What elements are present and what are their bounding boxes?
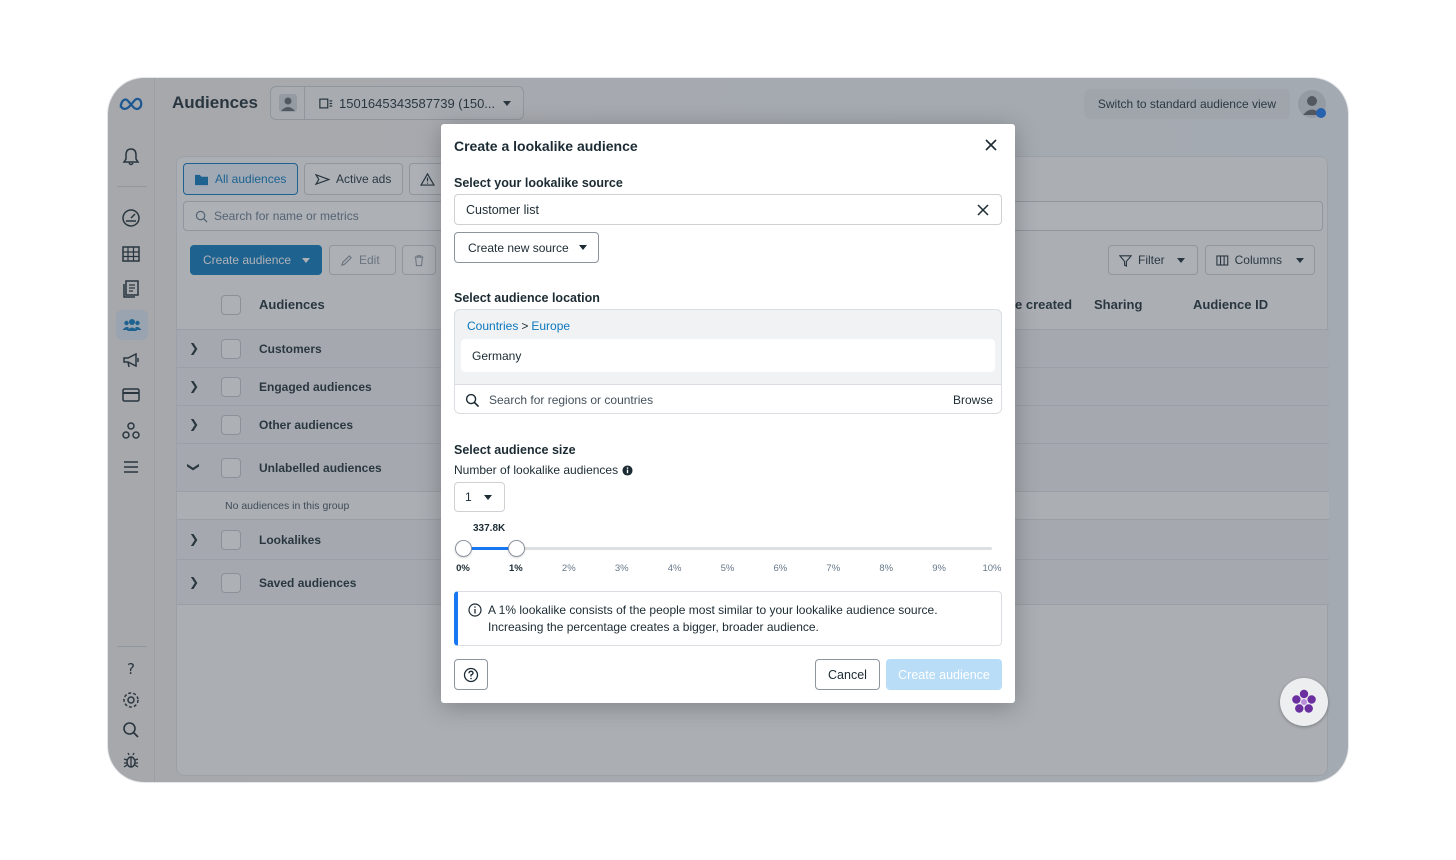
selected-country[interactable]: Germany	[461, 339, 995, 372]
slider-tick-label: 7%	[826, 563, 841, 574]
slider-tick-label: 2%	[561, 563, 576, 574]
help-button[interactable]	[454, 659, 488, 690]
slider-start-handle[interactable]	[455, 540, 472, 557]
size-section-label: Select audience size	[454, 443, 576, 457]
slider-tick-label: 8%	[879, 563, 894, 574]
location-selector: Countries > Europe Germany Search for regi…	[454, 309, 1002, 414]
assistant-flower-button[interactable]	[1280, 678, 1328, 726]
clear-source-icon[interactable]	[975, 202, 991, 218]
info-circle-icon	[468, 603, 482, 617]
audience-size-slider-track[interactable]	[463, 547, 992, 550]
breadcrumb-separator: >	[521, 319, 529, 333]
location-search-placeholder: Search for regions or countries	[489, 393, 654, 407]
browse-button[interactable]: Browse	[953, 393, 993, 407]
slider-tick-label: 10%	[982, 563, 1002, 574]
location-section-label: Select audience location	[454, 291, 600, 305]
number-value: 1	[465, 490, 472, 504]
chevron-down-icon	[578, 245, 587, 250]
slider-tick-label: 9%	[932, 563, 946, 574]
info-icon[interactable]	[622, 464, 633, 476]
lookalike-audience-dialog: Create a lookalike audience Select your …	[441, 124, 1015, 703]
slider-tick-label: 1%	[509, 563, 523, 574]
create-source-label: Create new source	[468, 240, 569, 255]
slider-end-handle[interactable]	[508, 540, 525, 557]
breadcrumb-europe-link[interactable]: Europe	[531, 319, 570, 333]
info-text-line-2: Increasing the percentage creates a bigg…	[488, 620, 819, 634]
flower-icon	[1292, 689, 1316, 713]
number-of-audiences-label: Number of lookalike audiences	[454, 463, 633, 477]
slider-tick-label: 0%	[456, 563, 470, 574]
close-icon[interactable]	[982, 136, 1000, 154]
info-text-line-1: A 1% lookalike consists of the people mo…	[488, 603, 938, 617]
cancel-button[interactable]: Cancel	[815, 659, 880, 690]
lookalike-info-box: A 1% lookalike consists of the people mo…	[454, 591, 1002, 646]
lookalike-source-field[interactable]: Customer list	[454, 194, 1002, 225]
slider-reach-estimate: 337.8K	[473, 523, 506, 534]
slider-tick-label: 6%	[773, 563, 788, 574]
help-question-icon	[463, 667, 479, 682]
slider-tick-label: 4%	[667, 563, 682, 574]
create-audience-submit-button[interactable]: Create audience	[886, 659, 1002, 690]
location-search-input[interactable]: Search for regions or countries Browse	[455, 384, 1001, 413]
slider-tick-label: 5%	[720, 563, 735, 574]
breadcrumb-countries-link[interactable]: Countries	[467, 319, 518, 333]
source-section-label: Select your lookalike source	[454, 176, 623, 190]
location-breadcrumb: Countries > Europe	[467, 319, 570, 333]
number-of-audiences-dropdown[interactable]: 1	[454, 482, 505, 512]
chevron-down-icon	[483, 494, 492, 500]
source-value: Customer list	[466, 202, 539, 217]
number-label-text: Number of lookalike audiences	[454, 463, 619, 477]
slider-tick-label: 3%	[614, 563, 629, 574]
search-icon	[465, 393, 480, 407]
create-new-source-dropdown[interactable]: Create new source	[454, 232, 599, 263]
dialog-title: Create a lookalike audience	[454, 138, 638, 154]
